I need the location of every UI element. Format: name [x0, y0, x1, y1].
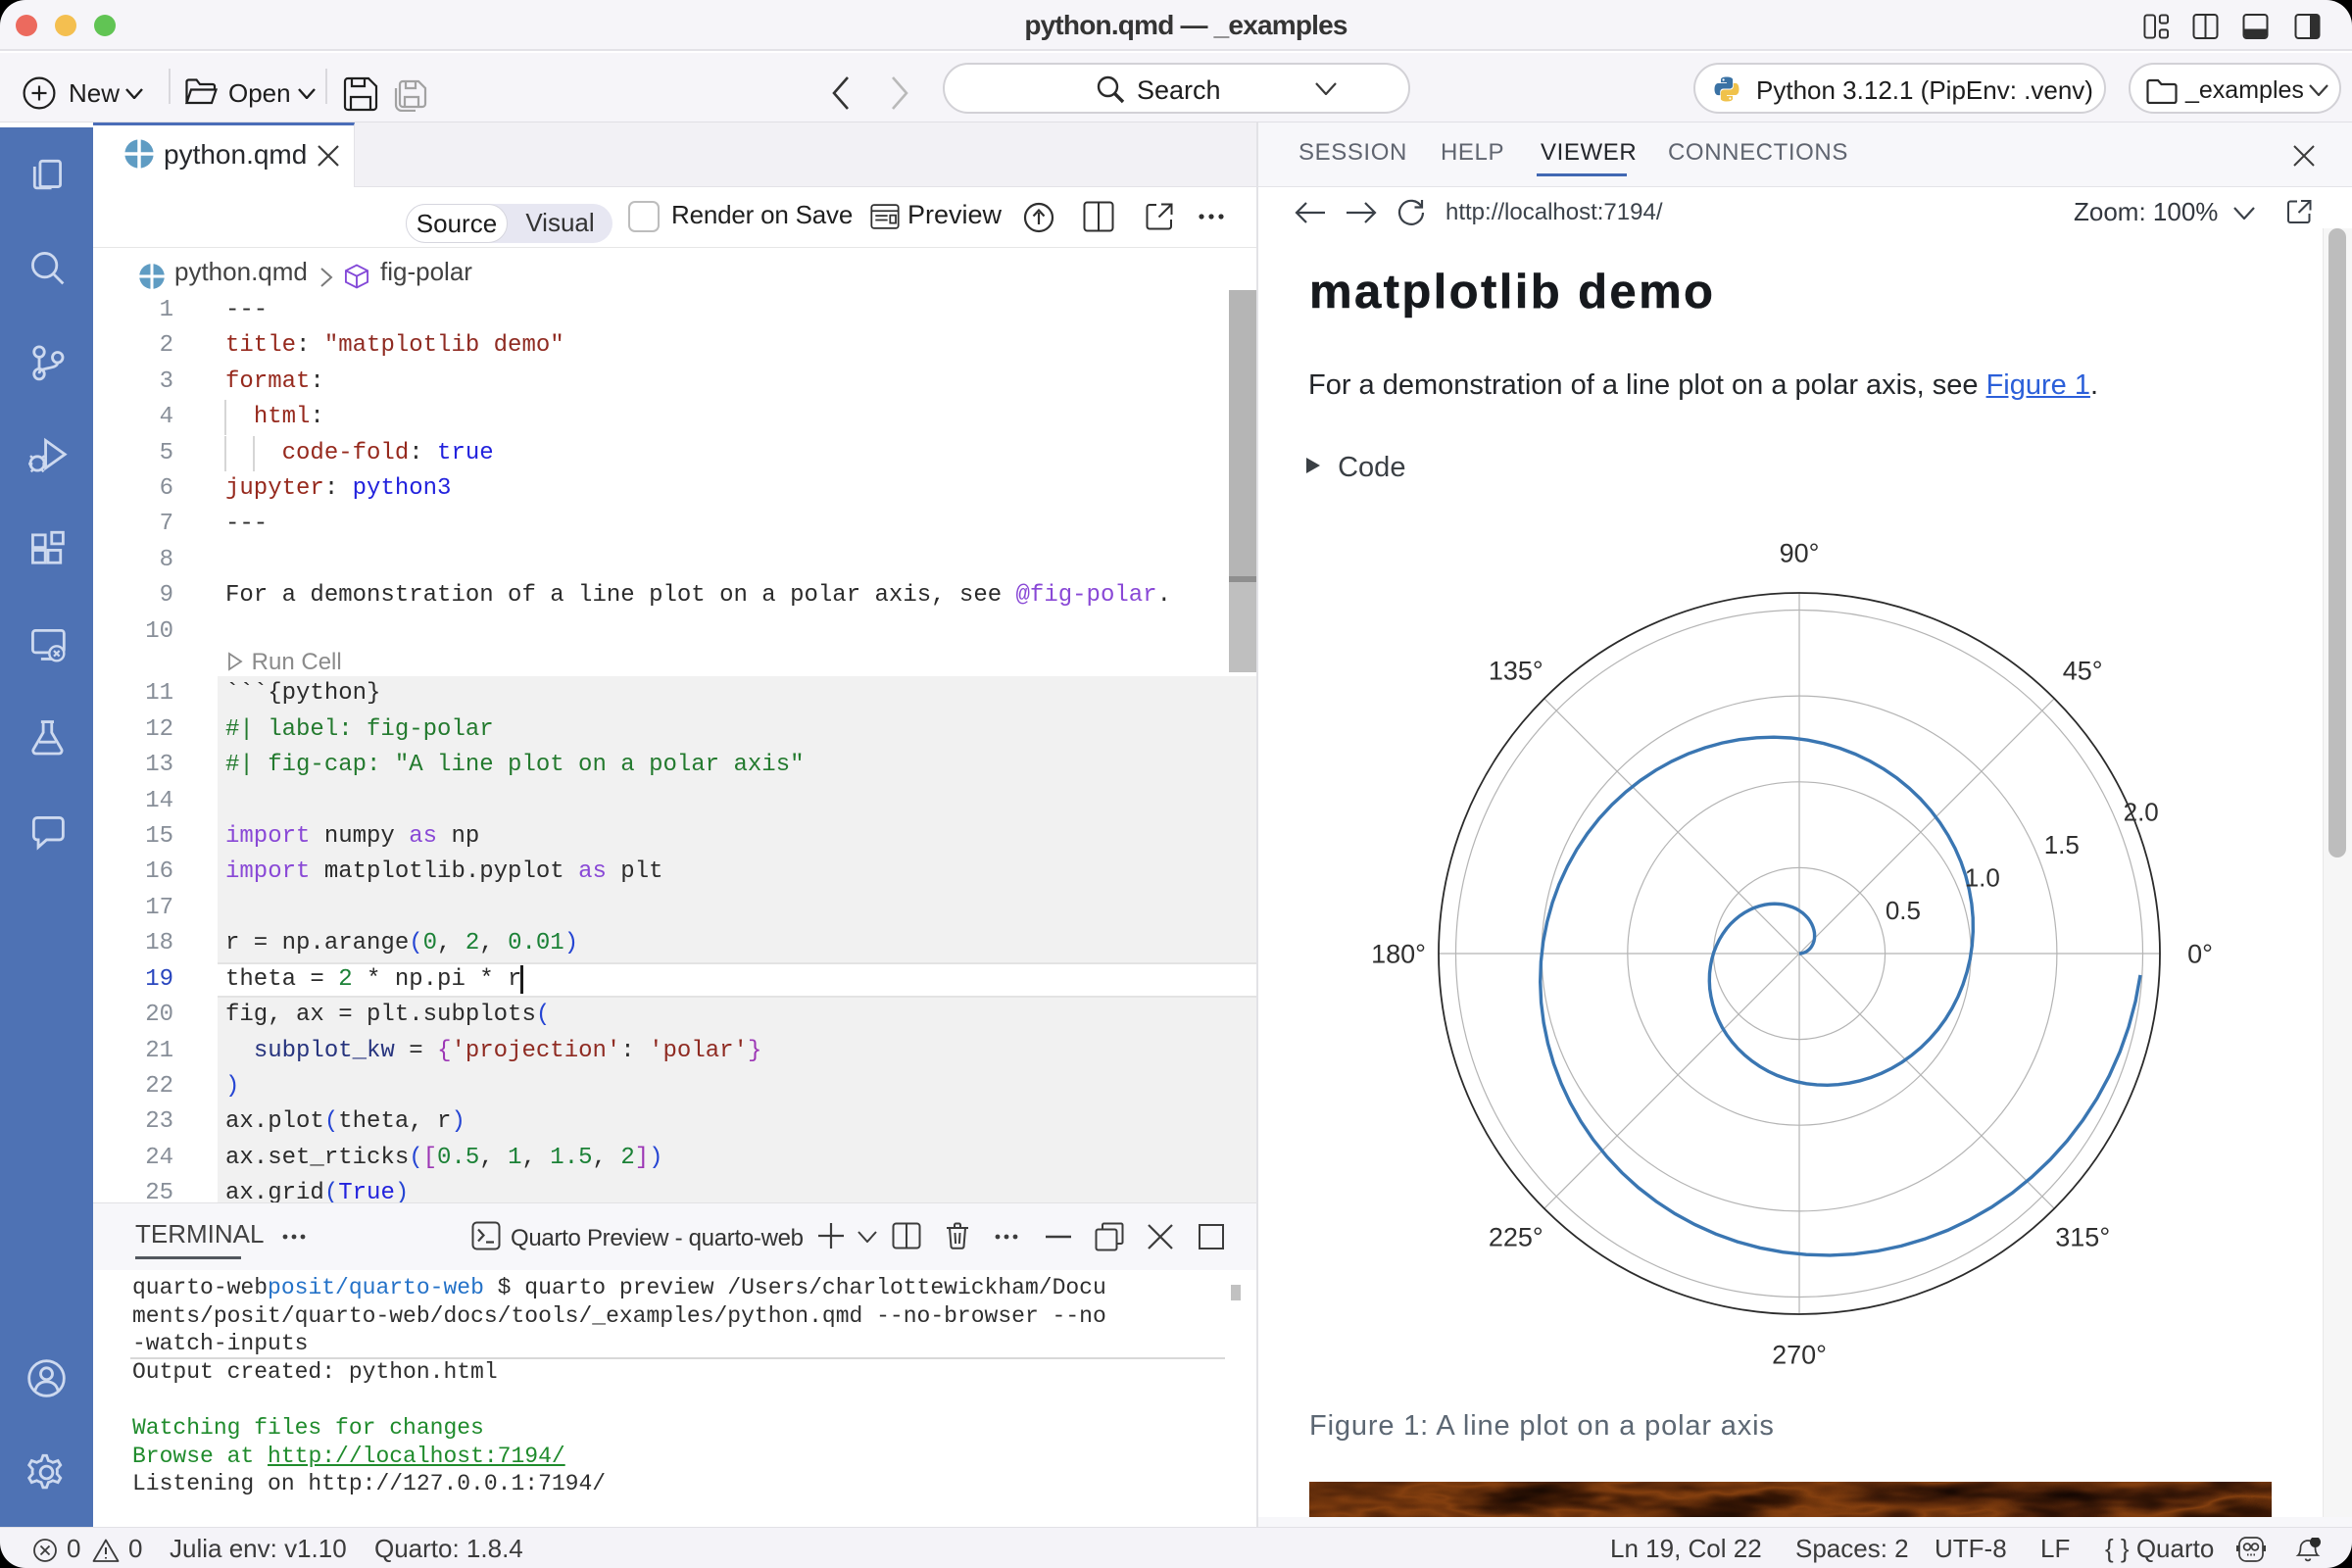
svg-text:1.5: 1.5 [2044, 830, 2080, 859]
svg-text:90°: 90° [1780, 539, 1820, 568]
svg-text:0°: 0° [2187, 940, 2213, 969]
svg-text:2.0: 2.0 [2124, 798, 2159, 827]
svg-text:0.5: 0.5 [1886, 896, 1921, 925]
svg-text:1.0: 1.0 [1965, 863, 2000, 893]
svg-text:225°: 225° [1489, 1223, 1544, 1252]
svg-text:315°: 315° [2055, 1223, 2110, 1252]
svg-text:135°: 135° [1489, 656, 1544, 685]
svg-text:45°: 45° [2063, 656, 2103, 685]
svg-text:180°: 180° [1371, 940, 1426, 969]
svg-text:270°: 270° [1772, 1341, 1827, 1370]
